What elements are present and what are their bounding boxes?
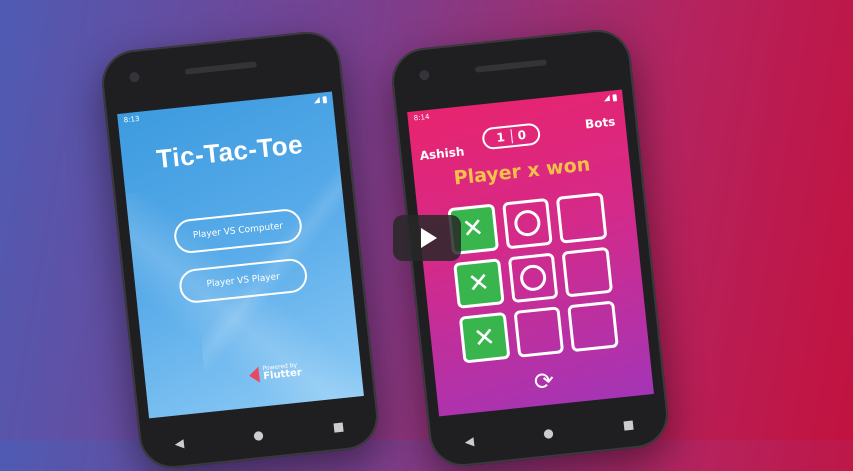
battery-icon [612,93,618,102]
recents-icon[interactable]: ■ [332,419,345,434]
score-divider [509,129,513,144]
speaker [474,59,547,73]
signal-icon [603,94,611,102]
recents-icon[interactable]: ■ [622,417,635,432]
back-icon[interactable]: ◀ [464,434,475,449]
status-time: 8:13 [123,114,140,125]
video-play-button[interactable] [393,215,461,261]
score-left: 1 [495,130,506,145]
player-name-right: Bots [584,114,616,132]
speaker [184,61,257,75]
x-mark-icon: ✕ [472,321,497,354]
player-vs-computer-button[interactable]: Player VS Computer [172,207,304,255]
board-cell-4[interactable] [507,252,559,304]
status-icons [313,95,328,104]
board-cell-2[interactable] [556,192,608,244]
board-cell-8[interactable] [567,300,619,353]
board-cell-6[interactable]: ✕ [458,312,511,364]
home-icon[interactable]: ● [252,428,264,443]
restart-icon[interactable]: ⟳ [529,366,560,397]
scoreboard: 1 0 [481,122,542,151]
game-board: ✕ ✕ ✕ [447,192,619,364]
x-mark-icon: ✕ [460,213,486,246]
front-camera [128,71,140,83]
score-right: 0 [516,127,527,143]
back-icon[interactable]: ◀ [174,436,185,451]
battery-icon [322,95,328,104]
powered-by-flutter: Powered by Flutter [248,362,303,384]
board-cell-7[interactable] [513,306,565,358]
board-cell-1[interactable] [501,197,554,250]
x-mark-icon: ✕ [466,267,492,300]
o-mark-icon [518,263,548,293]
app-title: Tic-Tac-Toe [154,128,305,175]
status-time: 8:14 [413,112,430,123]
home-icon[interactable]: ● [542,426,554,441]
player-vs-player-button[interactable]: Player VS Player [177,257,309,305]
android-navbar: ◀ ● ■ [429,410,670,455]
flutter-logo-icon [248,366,260,384]
play-icon [421,228,437,248]
board-cell-3[interactable]: ✕ [453,257,505,310]
android-navbar: ◀ ● ■ [139,412,380,457]
o-mark-icon [513,209,542,238]
status-icons [603,93,618,102]
status-bar: 8:13 [117,92,333,129]
phone-left: 8:13 Tic-Tac-Toe Player VS Computer Play… [98,28,382,471]
home-screen: 8:13 Tic-Tac-Toe Player VS Computer Play… [117,91,364,419]
board-cell-5[interactable] [561,246,614,298]
signal-icon [313,96,321,104]
flutter-label: Flutter [262,367,303,383]
player-name-left: Ashish [419,144,466,163]
front-camera [418,69,430,81]
